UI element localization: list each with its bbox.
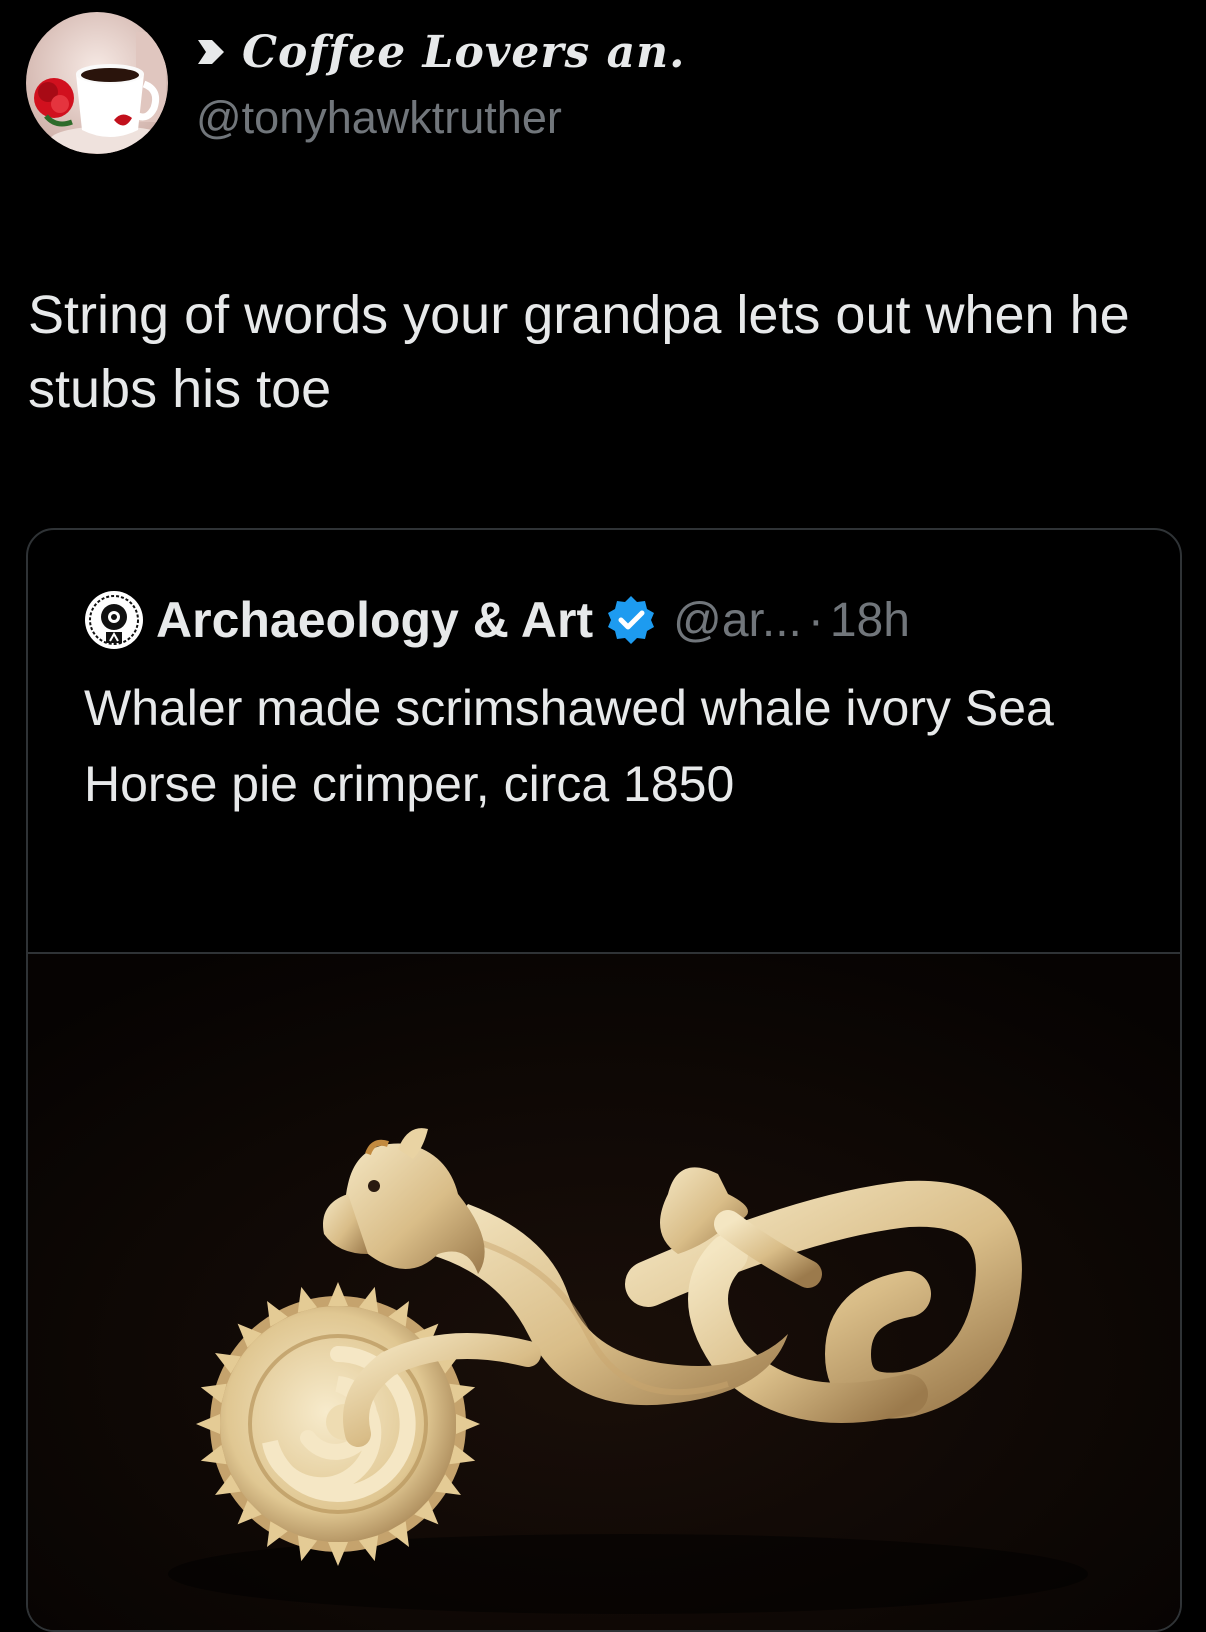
quoted-tweet-timestamp[interactable]: 18h <box>830 593 910 648</box>
coffee-cup-avatar-image <box>26 12 168 154</box>
seahorse-pie-crimper-photo <box>28 954 1180 1630</box>
author-handle[interactable]: @tonyhawktruther <box>196 92 562 144</box>
quoted-author-handle[interactable]: @ar... <box>673 593 802 648</box>
separator-dot: · <box>807 593 824 647</box>
tweet-header: Coffee Lovers an. @tonyhawktruther <box>24 10 1184 160</box>
author-display-name: Coffee Lovers an. <box>242 26 686 78</box>
quoted-tweet-card[interactable]: Archaeology & Art @ar... · 18h Whaler ma… <box>26 528 1182 1632</box>
quoted-tweet-header: Archaeology & Art @ar... · 18h <box>84 588 910 652</box>
quoted-author-avatar[interactable] <box>84 590 144 650</box>
quoted-tweet-media[interactable] <box>28 952 1180 1630</box>
author-avatar[interactable] <box>26 12 168 154</box>
archaeology-logo-icon <box>85 591 143 649</box>
arrow-right-icon <box>198 40 224 64</box>
quoted-tweet-text: Whaler made scrimshawed whale ivory Sea … <box>84 680 1054 812</box>
verified-badge-icon <box>605 594 657 646</box>
tweet-text: String of words your grandpa lets out wh… <box>28 285 1130 419</box>
quoted-author-name: Archaeology & Art <box>156 592 594 648</box>
author-name-row[interactable]: Coffee Lovers an. <box>192 20 685 84</box>
